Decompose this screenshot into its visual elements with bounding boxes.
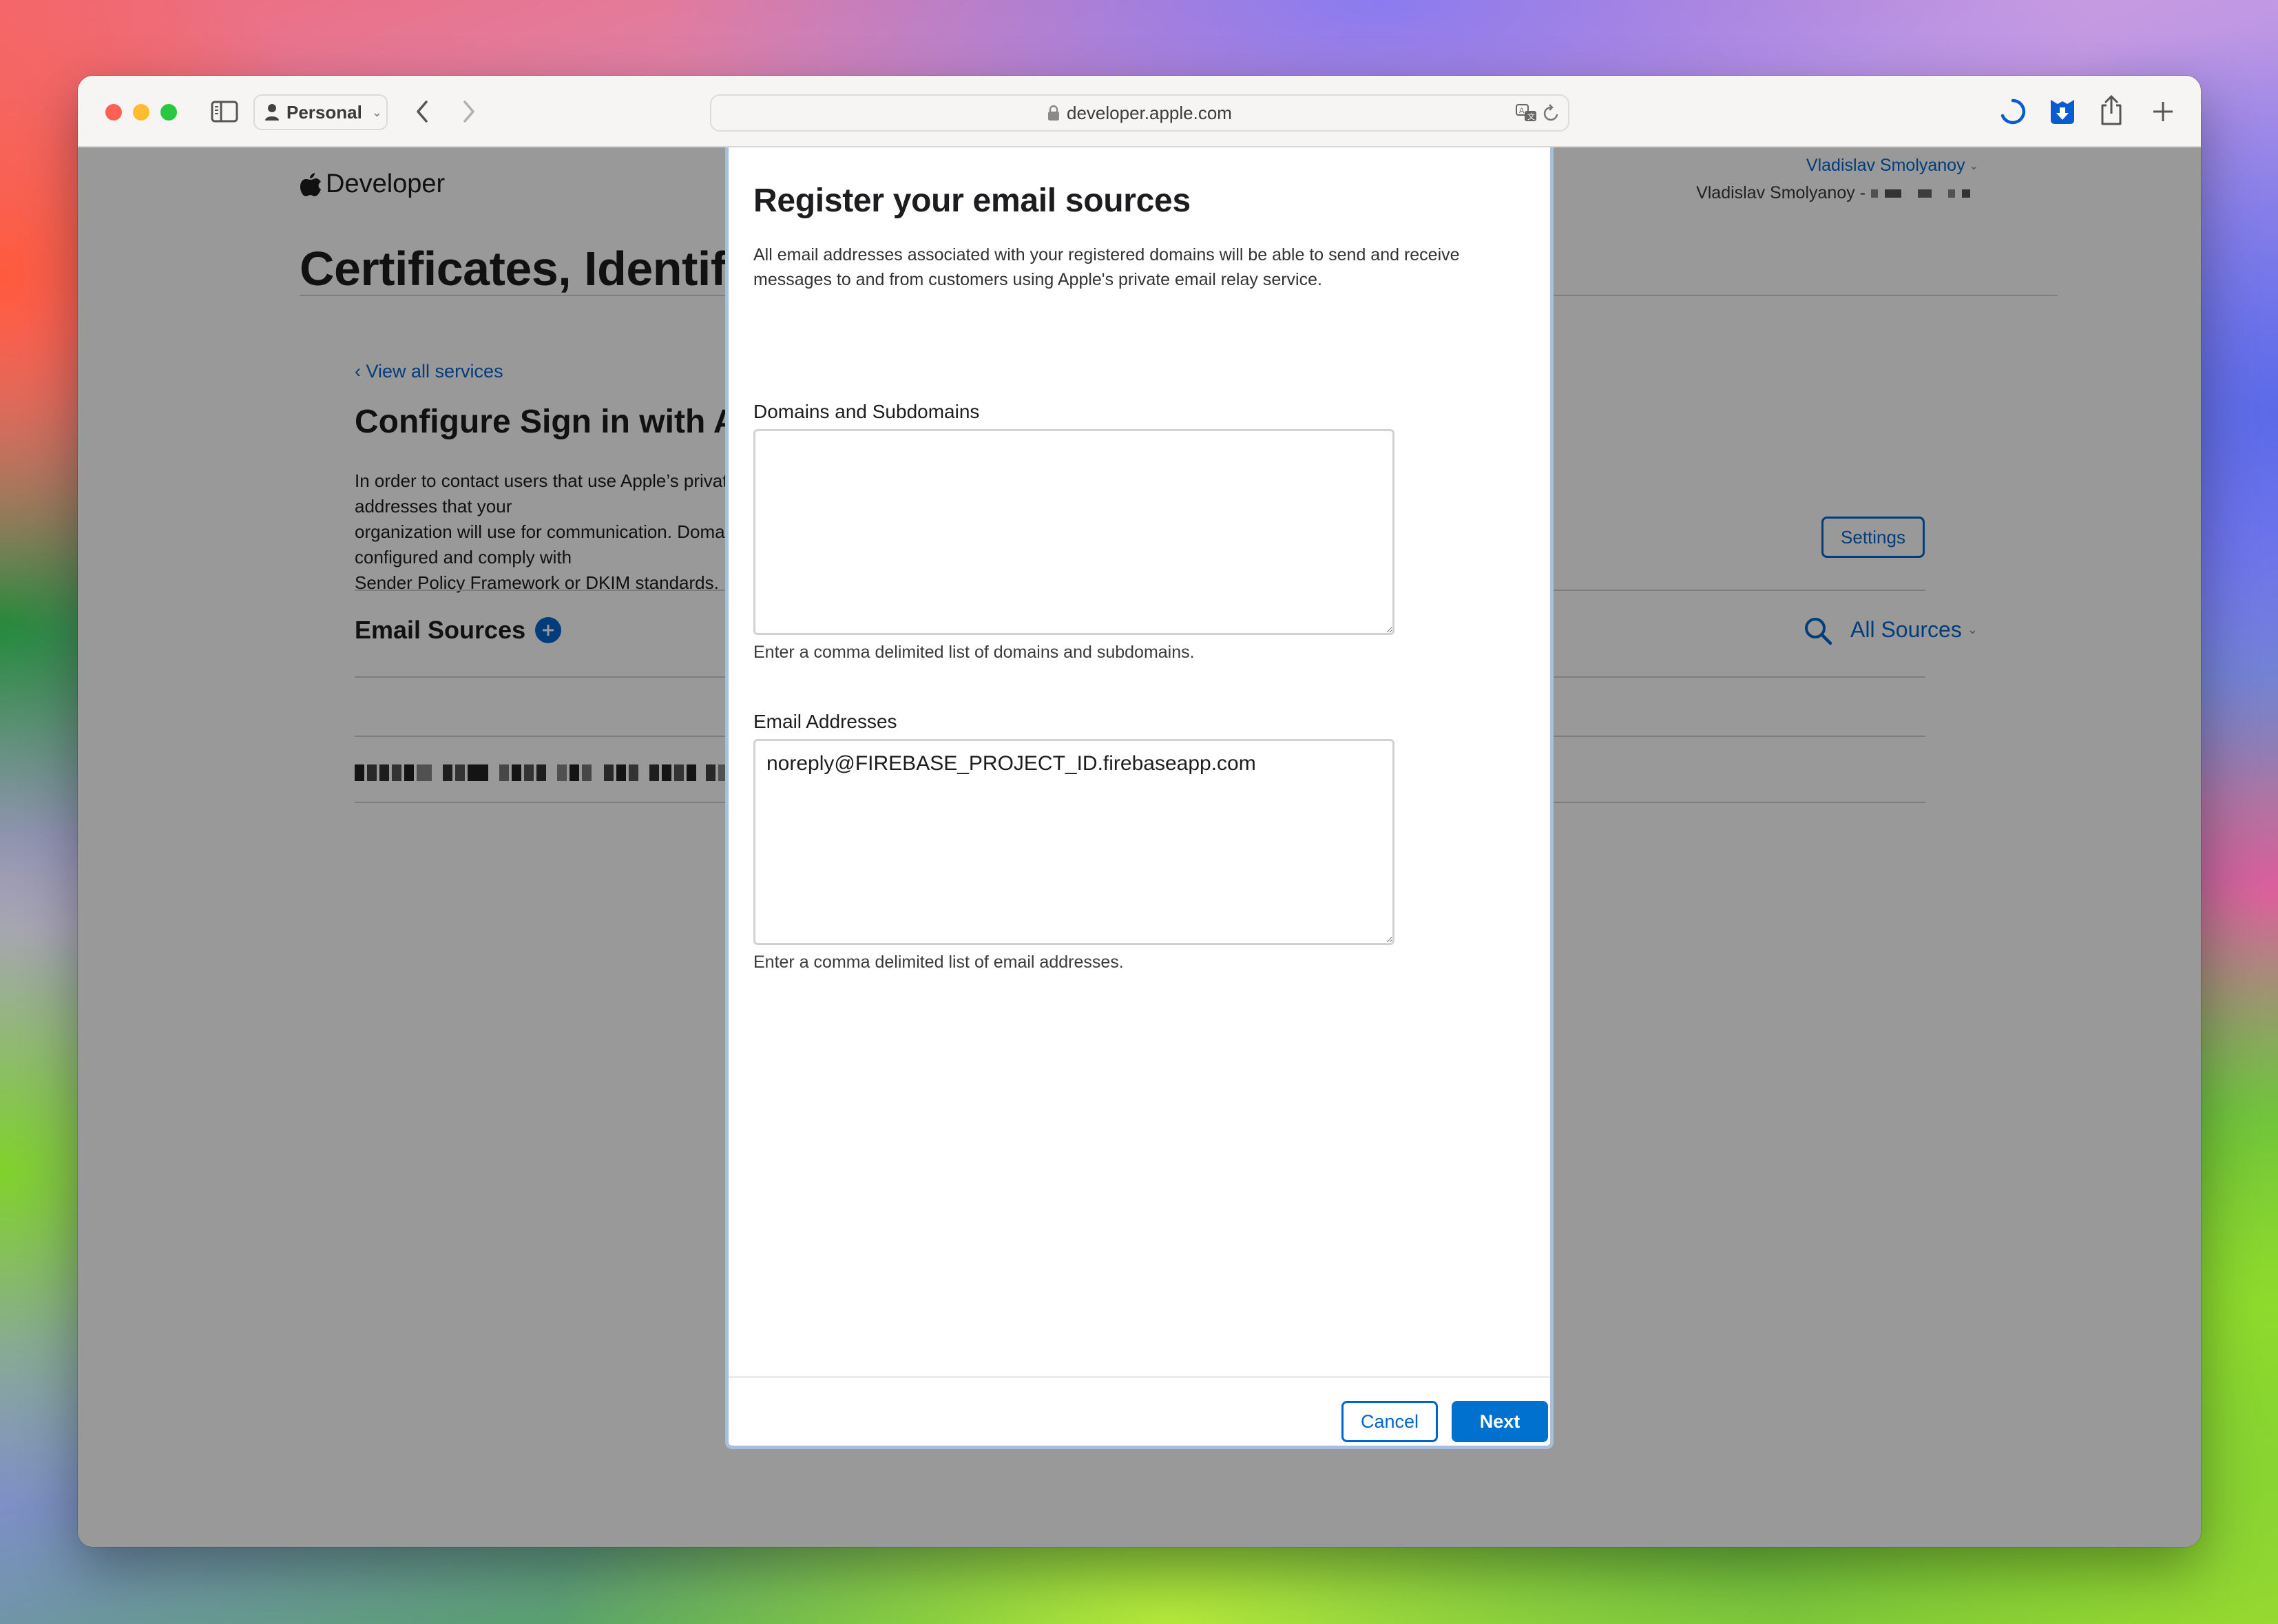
translate-icon[interactable]: A 文 — [1516, 103, 1538, 124]
chevron-down-icon: ⌄ — [371, 105, 382, 119]
share-button[interactable] — [2099, 94, 2124, 126]
page-loading-indicator — [1999, 98, 2027, 125]
browser-toolbar: Personal ⌄ developer.apple.com A 文 — [78, 76, 2201, 147]
dialog-footer-divider — [729, 1376, 1550, 1378]
forward-button[interactable] — [455, 96, 483, 127]
register-email-sources-dialog: Register your email sources All email ad… — [725, 147, 1554, 1449]
profile-label: Personal — [286, 101, 362, 123]
svg-text:A: A — [1519, 107, 1525, 115]
extension-button[interactable] — [2049, 98, 2076, 125]
sidebar-toggle-button[interactable] — [211, 101, 238, 123]
chevron-right-icon — [463, 101, 474, 123]
loading-spinner-icon — [2000, 98, 2026, 125]
svg-text:文: 文 — [1527, 112, 1535, 121]
person-icon — [265, 104, 279, 121]
chevron-left-icon — [417, 101, 428, 123]
cancel-button[interactable]: Cancel — [1341, 1401, 1438, 1442]
fullscreen-window-button[interactable] — [160, 104, 177, 121]
browser-window: Personal ⌄ developer.apple.com A 文 Devel… — [78, 76, 2201, 1547]
next-button[interactable]: Next — [1452, 1401, 1548, 1442]
domains-hint: Enter a comma delimited list of domains … — [753, 643, 1195, 662]
download-shield-icon — [2051, 100, 2074, 124]
domains-textarea[interactable] — [753, 429, 1394, 635]
lock-icon — [1047, 105, 1060, 121]
share-icon — [2101, 94, 2122, 125]
sidebar-icon — [211, 101, 238, 123]
address-bar[interactable]: developer.apple.com A 文 — [710, 94, 1569, 132]
email-addresses-label: Email Addresses — [753, 711, 897, 732]
profile-switcher[interactable]: Personal ⌄ — [253, 94, 388, 130]
dialog-description: All email addresses associated with your… — [753, 245, 1460, 289]
reload-icon[interactable] — [1542, 103, 1561, 124]
plus-icon — [2153, 102, 2173, 121]
dialog-title: Register your email sources — [753, 183, 1191, 219]
email-addresses-textarea[interactable]: noreply@FIREBASE_PROJECT_ID.firebaseapp.… — [753, 739, 1394, 945]
back-button[interactable] — [408, 96, 436, 127]
domains-label: Domains and Subdomains — [753, 401, 980, 422]
url-text: developer.apple.com — [1067, 102, 1232, 123]
email-addresses-hint: Enter a comma delimited list of email ad… — [753, 952, 1124, 972]
new-tab-button[interactable] — [2149, 98, 2177, 125]
close-window-button[interactable] — [105, 104, 122, 121]
minimize-window-button[interactable] — [133, 104, 149, 121]
